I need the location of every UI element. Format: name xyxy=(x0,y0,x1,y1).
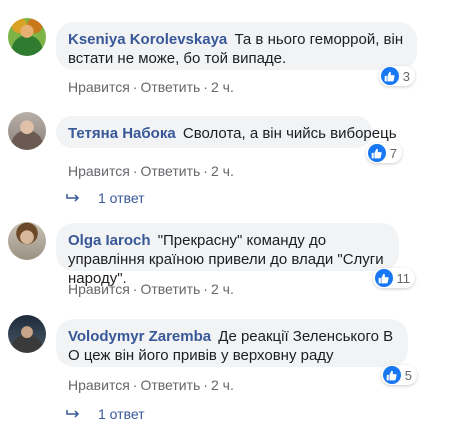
timestamp[interactable]: 2 ч. xyxy=(211,79,234,95)
like-link[interactable]: Нравится xyxy=(68,79,130,95)
avatar[interactable] xyxy=(8,222,46,260)
reaction-count[interactable]: 3 xyxy=(379,66,415,86)
comment-actions: Нравится · Ответить · 2 ч. xyxy=(68,163,234,179)
timestamp[interactable]: 2 ч. xyxy=(211,281,234,297)
reaction-number: 7 xyxy=(389,145,397,161)
comment-author[interactable]: Volodymyr Zaremba xyxy=(68,328,211,345)
like-link[interactable]: Нравится xyxy=(68,281,130,297)
comment-actions: Нравится · Ответить · 2 ч. xyxy=(68,281,234,297)
reply-arrow-icon xyxy=(66,190,80,206)
separator: · xyxy=(203,163,208,179)
thumbs-up-icon xyxy=(368,144,386,162)
separator: · xyxy=(203,281,208,297)
replies-count: 1 ответ xyxy=(98,406,145,422)
comment-actions: Нравится · Ответить · 2 ч. xyxy=(68,377,234,393)
avatar[interactable] xyxy=(8,18,46,56)
view-replies-link[interactable]: 1 ответ xyxy=(66,406,145,422)
separator: · xyxy=(132,79,138,95)
view-replies-link[interactable]: 1 ответ xyxy=(66,190,145,206)
reaction-count[interactable]: 5 xyxy=(381,365,417,385)
comment-author[interactable]: Тетяна Набока xyxy=(68,125,176,142)
avatar[interactable] xyxy=(8,315,46,353)
reaction-number: 5 xyxy=(404,367,412,383)
reply-link[interactable]: Ответить xyxy=(140,79,200,95)
separator: · xyxy=(132,377,138,393)
comment-bubble: Тетяна Набока Сволота, а він чийсь вибор… xyxy=(56,116,397,148)
comment-author[interactable]: Olga Iaroch xyxy=(68,232,151,249)
reply-link[interactable]: Ответить xyxy=(140,281,200,297)
thumbs-up-icon xyxy=(375,269,393,287)
comment-bubble: Kseniya Korolevskaya Та в нього геморрой… xyxy=(56,22,417,70)
separator: · xyxy=(132,163,138,179)
separator: · xyxy=(203,377,208,393)
reaction-count[interactable]: 11 xyxy=(373,268,415,288)
avatar[interactable] xyxy=(8,112,46,150)
comment-author[interactable]: Kseniya Korolevskaya xyxy=(68,31,227,48)
thumbs-up-icon xyxy=(381,67,399,85)
replies-count: 1 ответ xyxy=(98,190,145,206)
separator: · xyxy=(132,281,138,297)
reaction-number: 3 xyxy=(402,68,410,84)
reaction-count[interactable]: 7 xyxy=(366,143,402,163)
like-link[interactable]: Нравится xyxy=(68,377,130,393)
reply-link[interactable]: Ответить xyxy=(140,377,200,393)
comment-text: Сволота, а він чийсь виборець xyxy=(182,125,397,142)
comment-bubble: Volodymyr Zaremba Де реакції Зеленського… xyxy=(56,319,408,367)
reaction-number: 11 xyxy=(396,270,411,286)
thumbs-up-icon xyxy=(383,366,401,384)
comment-bubble: Olga Iaroch "Прекрасну" команду до управ… xyxy=(56,223,399,287)
timestamp[interactable]: 2 ч. xyxy=(211,163,234,179)
like-link[interactable]: Нравится xyxy=(68,163,130,179)
reply-arrow-icon xyxy=(66,406,80,422)
comment-actions: Нравится · Ответить · 2 ч. xyxy=(68,79,234,95)
separator: · xyxy=(203,79,208,95)
reply-link[interactable]: Ответить xyxy=(140,163,200,179)
timestamp[interactable]: 2 ч. xyxy=(211,377,234,393)
